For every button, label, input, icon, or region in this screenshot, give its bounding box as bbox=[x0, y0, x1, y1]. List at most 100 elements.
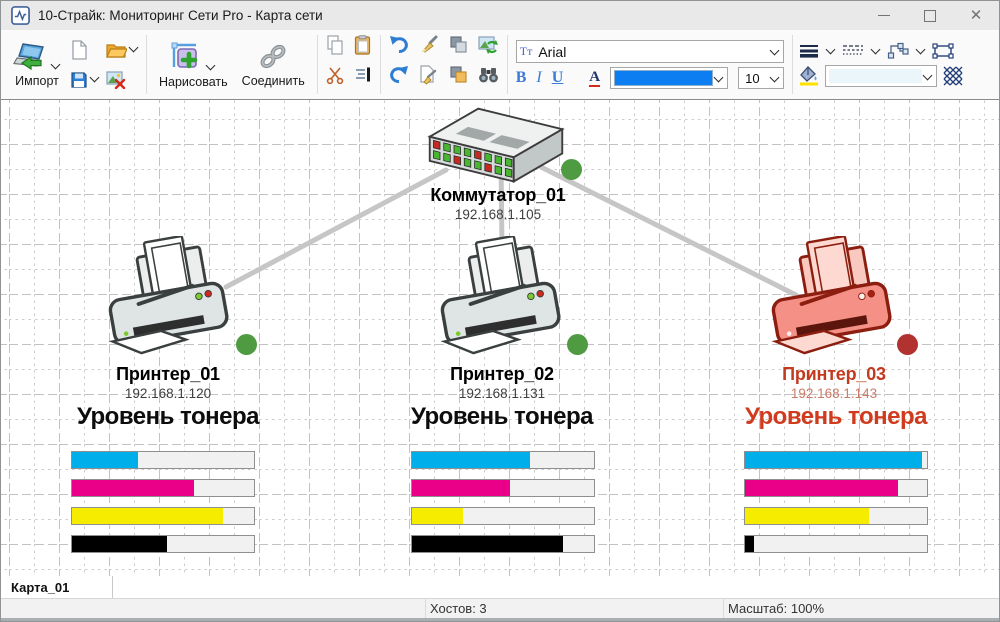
copy-style-button[interactable] bbox=[419, 65, 438, 90]
toolbar-separator bbox=[146, 35, 147, 94]
hatch-pattern-icon[interactable] bbox=[943, 66, 963, 86]
minimize-button[interactable] bbox=[861, 1, 907, 30]
redo-icon bbox=[389, 65, 409, 84]
cut-scissors-icon bbox=[326, 66, 344, 84]
printer3-status-dot bbox=[897, 334, 918, 355]
printer1-ip-label: 192.168.1.120 bbox=[48, 386, 288, 401]
font-size-select[interactable]: 10 bbox=[738, 67, 784, 89]
send-backward-button[interactable] bbox=[449, 65, 468, 89]
underline-button[interactable]: U bbox=[552, 70, 564, 86]
toner-bar-magenta bbox=[71, 479, 255, 497]
draw-icon bbox=[170, 41, 202, 73]
copy-icon bbox=[326, 35, 344, 55]
close-button[interactable]: ✕ bbox=[953, 1, 999, 30]
refresh-image-icon bbox=[478, 35, 498, 54]
cut-button[interactable] bbox=[326, 66, 344, 89]
toolbar-separator bbox=[380, 35, 381, 94]
new-map-button[interactable] bbox=[70, 40, 100, 60]
draw-button[interactable]: Нарисовать bbox=[154, 39, 233, 91]
printer1-name-label[interactable]: Принтер_01 bbox=[48, 364, 288, 385]
redo-button[interactable] bbox=[389, 65, 409, 89]
bold-button[interactable]: B bbox=[516, 70, 527, 86]
bring-forward-icon bbox=[449, 35, 468, 54]
send-backward-icon bbox=[449, 65, 468, 84]
tab-map-01[interactable]: Карта_01 bbox=[1, 576, 113, 598]
copy-button[interactable] bbox=[326, 35, 344, 60]
page-brush-icon bbox=[419, 65, 438, 85]
statusbar-scale: Масштаб: 100% bbox=[724, 599, 999, 618]
italic-button[interactable]: I bbox=[536, 70, 541, 86]
clear-style-button[interactable] bbox=[419, 35, 439, 59]
connector-type-chevron[interactable] bbox=[916, 44, 926, 54]
save-map-button[interactable] bbox=[70, 71, 100, 89]
font-family-select[interactable]: Tт Arial bbox=[516, 40, 784, 63]
fill-bucket-icon[interactable] bbox=[799, 66, 819, 86]
maximize-icon bbox=[924, 10, 936, 22]
toolbar-separator bbox=[507, 35, 508, 94]
font-family-chevron[interactable] bbox=[769, 46, 779, 56]
save-dropdown-chevron[interactable] bbox=[90, 73, 100, 83]
printer1-node-icon[interactable] bbox=[101, 236, 236, 366]
connect-button[interactable]: Соединить bbox=[237, 40, 310, 90]
map-canvas[interactable]: Коммутатор_01 192.168.1.105 Принтер_01 1… bbox=[1, 100, 999, 576]
find-button[interactable] bbox=[478, 66, 499, 89]
open-dropdown-chevron[interactable] bbox=[129, 43, 139, 53]
toner-bar-black bbox=[411, 535, 595, 553]
arrange-button[interactable] bbox=[354, 66, 372, 89]
fill-color-select[interactable] bbox=[825, 65, 937, 87]
new-document-icon bbox=[70, 40, 88, 60]
open-map-button[interactable] bbox=[106, 41, 139, 59]
frame-icon[interactable] bbox=[932, 43, 954, 59]
font-tt-icon: Tт bbox=[520, 44, 533, 59]
printer2-status-dot bbox=[567, 334, 588, 355]
printer2-ip-label: 192.168.1.131 bbox=[382, 386, 622, 401]
draw-button-label: Нарисовать bbox=[159, 75, 228, 89]
line-style-icon[interactable] bbox=[842, 44, 864, 58]
toner-bar-cyan bbox=[411, 451, 595, 469]
printer3-node-icon[interactable] bbox=[764, 236, 899, 366]
line-width-chevron[interactable] bbox=[826, 44, 836, 54]
switch-name-label[interactable]: Коммутатор_01 bbox=[378, 185, 618, 206]
draw-dropdown-chevron[interactable] bbox=[206, 60, 216, 70]
fill-color-swatch bbox=[829, 69, 922, 83]
switch-node-icon[interactable] bbox=[426, 102, 566, 190]
close-icon: ✕ bbox=[970, 8, 983, 23]
printer2-name-label[interactable]: Принтер_02 bbox=[382, 364, 622, 385]
line-width-icon[interactable] bbox=[799, 44, 819, 58]
binoculars-icon bbox=[478, 66, 499, 84]
printer2-toner-title: Уровень тонера bbox=[372, 403, 632, 431]
font-color-button[interactable]: A bbox=[589, 69, 600, 88]
import-dropdown-chevron[interactable] bbox=[51, 59, 61, 69]
connector-type-icon[interactable] bbox=[887, 42, 909, 60]
refresh-map-button[interactable] bbox=[478, 35, 498, 59]
line-style-chevron[interactable] bbox=[871, 44, 881, 54]
font-color-swatch bbox=[614, 70, 713, 86]
brush-icon bbox=[419, 35, 439, 54]
maximize-button[interactable] bbox=[907, 1, 953, 30]
paste-clipboard-icon bbox=[354, 35, 371, 55]
printer1-status-dot bbox=[236, 334, 257, 355]
printer1-toner-title: Уровень тонера bbox=[38, 403, 298, 431]
app-logo-icon bbox=[11, 6, 30, 25]
delete-map-button[interactable] bbox=[106, 71, 139, 89]
font-size-chevron[interactable] bbox=[770, 72, 780, 82]
printer3-name-label[interactable]: Принтер_03 bbox=[714, 364, 954, 385]
fill-color-chevron[interactable] bbox=[923, 70, 933, 80]
printer2-node-icon[interactable] bbox=[433, 236, 568, 366]
toolbar: Импорт bbox=[1, 30, 999, 100]
toner-bar-black bbox=[744, 535, 928, 553]
font-color-select[interactable] bbox=[610, 67, 728, 89]
toner-bar-magenta bbox=[744, 479, 928, 497]
undo-button[interactable] bbox=[389, 35, 409, 59]
switch-ip-label: 192.168.1.105 bbox=[378, 207, 618, 222]
toner-bar-magenta bbox=[411, 479, 595, 497]
import-button[interactable]: Импорт bbox=[8, 40, 66, 90]
import-button-label: Импорт bbox=[15, 74, 59, 88]
font-color-chevron[interactable] bbox=[714, 72, 724, 82]
paste-button[interactable] bbox=[354, 35, 371, 60]
toner-bar-yellow bbox=[411, 507, 595, 525]
bring-forward-button[interactable] bbox=[449, 35, 468, 59]
delete-map-icon bbox=[106, 71, 126, 89]
printer3-toner-title: Уровень тонера bbox=[706, 403, 966, 431]
font-size-value: 10 bbox=[742, 71, 769, 86]
